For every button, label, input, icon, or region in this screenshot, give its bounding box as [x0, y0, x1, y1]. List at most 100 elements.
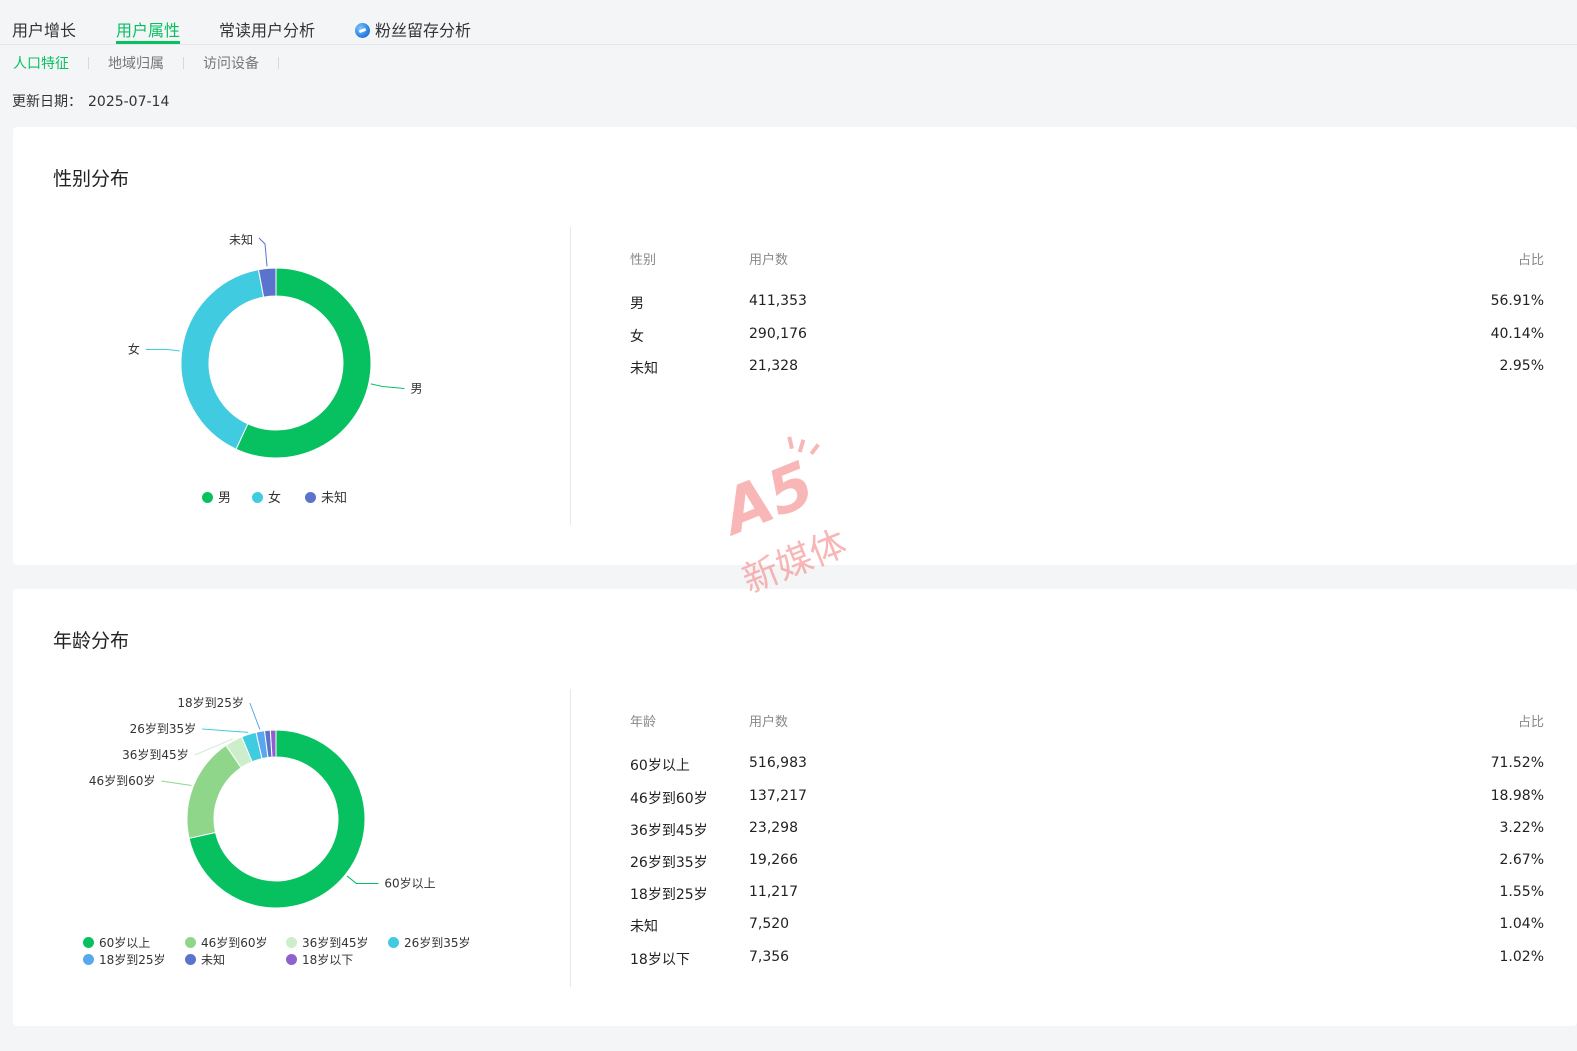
label-leader-line	[145, 348, 180, 352]
top-tabs: 用户增长 用户属性 常读用户分析 粉丝留存分析	[0, 0, 1577, 45]
row-label: 未知	[630, 361, 658, 377]
active-tab-indicator	[116, 41, 180, 44]
gender-slice[interactable]	[180, 269, 265, 450]
row-pct: 18.98%	[1490, 788, 1544, 804]
update-date-label: 更新日期：	[12, 94, 82, 110]
legend-dot	[305, 492, 316, 503]
row-count: 137,217	[749, 788, 807, 804]
table-row: 60岁以上 516,983 71.52%	[630, 755, 1544, 779]
slice-label-46-60: 46岁到60岁	[89, 773, 156, 788]
legend-dot	[185, 954, 196, 965]
table-row: 18岁以下 7,356 1.02%	[630, 949, 1544, 973]
tab-frequent-reader-analysis[interactable]: 常读用户分析	[219, 17, 315, 41]
tab-fans-retention-label: 粉丝留存分析	[375, 21, 472, 40]
row-pct: 2.67%	[1499, 852, 1544, 868]
legend-item-unknown[interactable]: 未知	[305, 487, 347, 506]
row-count: 516,983	[749, 755, 807, 771]
slice-label-female: 女	[128, 341, 140, 356]
table-row: 18岁到25岁 11,217 1.55%	[630, 884, 1544, 908]
row-label: 女	[630, 329, 644, 345]
subtab-divider	[278, 57, 279, 69]
age-slice[interactable]	[186, 744, 242, 839]
legend-item-female[interactable]: 女	[252, 487, 281, 506]
label-leader-line	[202, 728, 249, 733]
legend-label: 男	[218, 491, 232, 506]
row-pct: 1.02%	[1499, 949, 1544, 965]
legend-dot	[185, 937, 196, 948]
row-label: 26岁到35岁	[630, 855, 708, 871]
slice-label-unknown: 未知	[229, 233, 253, 247]
legend-dot	[388, 937, 399, 948]
legend-item-26-35[interactable]: 26岁到35岁	[388, 934, 471, 951]
row-count: 11,217	[749, 884, 798, 900]
legend-dot	[286, 937, 297, 948]
legend-item-60-plus[interactable]: 60岁以上	[83, 934, 150, 951]
legend-item-36-45[interactable]: 36岁到45岁	[286, 934, 369, 951]
tab-user-attributes[interactable]: 用户属性	[116, 17, 180, 41]
header-users: 用户数	[749, 715, 789, 730]
legend-label: 26岁到35岁	[404, 936, 471, 950]
header-age: 年龄	[630, 715, 657, 730]
subtab-demographics[interactable]: 人口特征	[13, 53, 69, 73]
update-date-value: 2025-07-14	[88, 94, 170, 110]
row-count: 23,298	[749, 820, 798, 836]
row-pct: 2.95%	[1499, 358, 1544, 374]
legend-label: 36岁到45岁	[302, 936, 369, 950]
card-divider	[570, 227, 571, 525]
tab-fans-retention[interactable]: 粉丝留存分析	[355, 17, 471, 41]
header-ratio: 占比	[1517, 715, 1544, 730]
table-row: 46岁到60岁 137,217 18.98%	[630, 788, 1544, 812]
slice-label-26-35: 26岁到35岁	[130, 721, 197, 736]
subtab-region[interactable]: 地域归属	[108, 53, 164, 73]
legend-label: 女	[268, 491, 282, 506]
header-gender: 性别	[630, 253, 657, 268]
label-leader-line	[346, 875, 379, 884]
row-count: 411,353	[749, 293, 807, 309]
row-pct: 40.14%	[1490, 326, 1544, 342]
legend-label: 未知	[321, 491, 348, 506]
header-users: 用户数	[749, 253, 789, 268]
row-label: 18岁到25岁	[630, 887, 708, 903]
slice-label-18-25: 18岁到25岁	[177, 695, 244, 710]
legend-item-male[interactable]: 男	[202, 487, 231, 506]
header-ratio: 占比	[1517, 253, 1544, 268]
tab-user-growth[interactable]: 用户增长	[12, 17, 76, 41]
legend-item-unknown[interactable]: 未知	[185, 951, 225, 968]
subtab-devices[interactable]: 访问设备	[203, 53, 259, 73]
gender-table-header: 性别 用户数 占比	[630, 249, 1544, 273]
legend-dot	[252, 492, 263, 503]
row-pct: 1.55%	[1499, 884, 1544, 900]
label-leader-line	[258, 237, 268, 267]
row-label: 男	[630, 296, 644, 312]
legend-dot	[83, 937, 94, 948]
table-row: 36岁到45岁 23,298 3.22%	[630, 820, 1544, 844]
card-divider	[570, 689, 571, 987]
age-legend: 60岁以上 46岁到60岁 36岁到45岁 26岁到35岁 18岁到25岁 未知…	[13, 934, 570, 974]
table-row: 未知 7,520 1.04%	[630, 916, 1544, 940]
table-row: 女 290,176 40.14%	[630, 326, 1544, 350]
legend-item-under-18[interactable]: 18岁以下	[286, 951, 353, 968]
label-leader-line	[161, 780, 192, 786]
legend-label: 18岁到25岁	[99, 953, 166, 967]
age-distribution-card: 年龄分布 60岁以上 46岁到60岁 36岁到45岁 26岁到35岁 18岁到25岁 6…	[13, 589, 1577, 1026]
row-count: 7,520	[749, 916, 790, 932]
update-date: 更新日期： 2025-07-14	[12, 91, 169, 111]
legend-item-46-60[interactable]: 46岁到60岁	[185, 934, 268, 951]
row-pct: 71.52%	[1490, 755, 1544, 771]
row-count: 19,266	[749, 852, 798, 868]
row-count: 21,328	[749, 358, 798, 374]
age-table-header: 年龄 用户数 占比	[630, 711, 1544, 735]
slice-label-60-plus: 60岁以上	[384, 875, 435, 890]
table-row: 男 411,353 56.91%	[630, 293, 1544, 317]
gender-distribution-card: 性别分布 男女未知 男 女 未知 性别 用户数 占比 男 411,353 56.…	[13, 127, 1577, 565]
legend-label: 18岁以下	[302, 953, 354, 967]
fans-retention-icon	[355, 23, 370, 38]
legend-label: 46岁到60岁	[201, 936, 268, 950]
row-label: 36岁到45岁	[630, 823, 708, 839]
row-pct: 1.04%	[1499, 916, 1544, 932]
subtab-divider	[88, 57, 89, 69]
legend-dot	[202, 492, 213, 503]
slice-label-male: 男	[410, 381, 422, 395]
legend-label: 未知	[201, 953, 226, 967]
legend-item-18-25[interactable]: 18岁到25岁	[83, 951, 166, 968]
